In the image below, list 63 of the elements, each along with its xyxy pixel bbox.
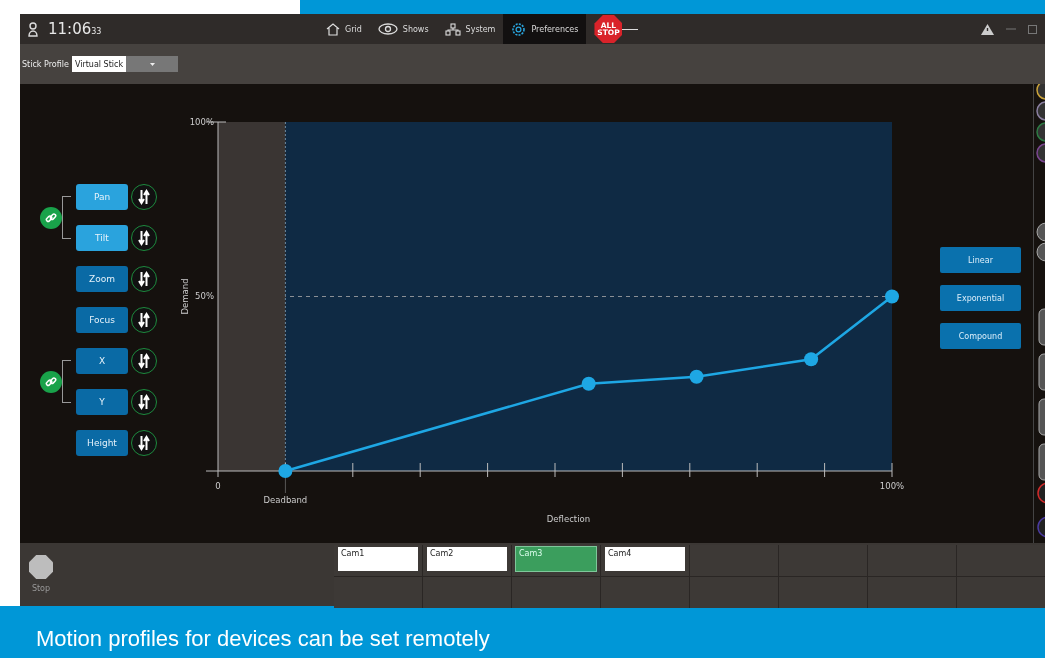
caption-text: Motion profiles for devices can be set remotely (36, 626, 490, 652)
invert-button[interactable] (131, 225, 157, 251)
link-icon (45, 375, 57, 388)
curve-point[interactable] (804, 352, 819, 367)
invert-button[interactable] (131, 430, 157, 456)
x-tick-label: 100% (879, 481, 905, 491)
camera-button[interactable]: Cam2 (427, 547, 507, 571)
camera-button[interactable]: Cam1 (338, 547, 418, 571)
profile-button[interactable]: Linear (940, 247, 1021, 273)
maximize-icon[interactable] (1028, 24, 1037, 34)
curve-point[interactable] (885, 289, 899, 304)
axis-button[interactable]: Height (76, 430, 128, 456)
link-bracket (62, 196, 71, 239)
profile-dropdown[interactable]: Virtual Stick (71, 56, 178, 72)
axis-button[interactable]: Focus (76, 307, 128, 333)
profile-button[interactable]: Compound (940, 323, 1021, 349)
x-tick-label: 0 (215, 481, 221, 491)
up-down-arrows-icon (138, 230, 150, 246)
home-icon (326, 22, 340, 36)
up-down-arrows-icon (138, 312, 150, 328)
network-icon (444, 22, 461, 36)
curve-point[interactable] (278, 464, 293, 478)
link-icon (45, 211, 57, 224)
up-down-arrows-icon (138, 271, 150, 287)
invert-button[interactable] (131, 184, 157, 210)
clock-time: 11:0633 (48, 20, 103, 38)
axis-button[interactable]: X (76, 348, 128, 374)
settings-icon (511, 21, 527, 37)
eye-icon (377, 23, 398, 35)
link-button[interactable] (40, 206, 62, 229)
invert-button[interactable] (131, 348, 157, 374)
up-down-arrows-icon (138, 435, 150, 451)
camera-button[interactable]: Cam4 (605, 547, 685, 571)
x-axis-title: Deflection (546, 514, 591, 524)
axis-button[interactable]: Zoom (76, 266, 128, 292)
y-tick-label: 50% (195, 291, 214, 301)
nav-tab[interactable]: Shows (369, 14, 437, 44)
profile-button[interactable]: Exponential (940, 285, 1021, 311)
axis-button[interactable]: Y (76, 389, 128, 415)
user-icon (28, 21, 38, 37)
caret-icon (149, 62, 155, 66)
y-tick-label: 100% (189, 116, 214, 127)
up-down-arrows-icon (138, 189, 150, 205)
curve-point[interactable] (581, 376, 596, 391)
deadband-label: Deadband (263, 495, 308, 505)
y-axis-title: Demand (180, 278, 190, 315)
link-button[interactable] (40, 370, 62, 393)
invert-button[interactable] (131, 307, 157, 333)
camera-button[interactable]: Cam3 (516, 547, 596, 571)
invert-button[interactable] (131, 266, 157, 292)
link-bracket (62, 360, 71, 403)
warning-icon[interactable] (981, 23, 994, 35)
curve-point[interactable] (689, 369, 704, 384)
nav-tab[interactable]: Preferences (503, 14, 587, 44)
stop-button[interactable] (29, 555, 53, 579)
nav-tab[interactable]: Grid (318, 14, 370, 44)
stop-label: Stop (31, 584, 51, 593)
side-buttons-drawing[interactable] (1036, 84, 1045, 538)
invert-button[interactable] (131, 389, 157, 415)
field-label: Stick Profile (22, 59, 69, 69)
up-down-arrows-icon (138, 353, 150, 369)
up-down-arrows-icon (138, 394, 150, 410)
nav-tab[interactable]: System (436, 14, 504, 44)
